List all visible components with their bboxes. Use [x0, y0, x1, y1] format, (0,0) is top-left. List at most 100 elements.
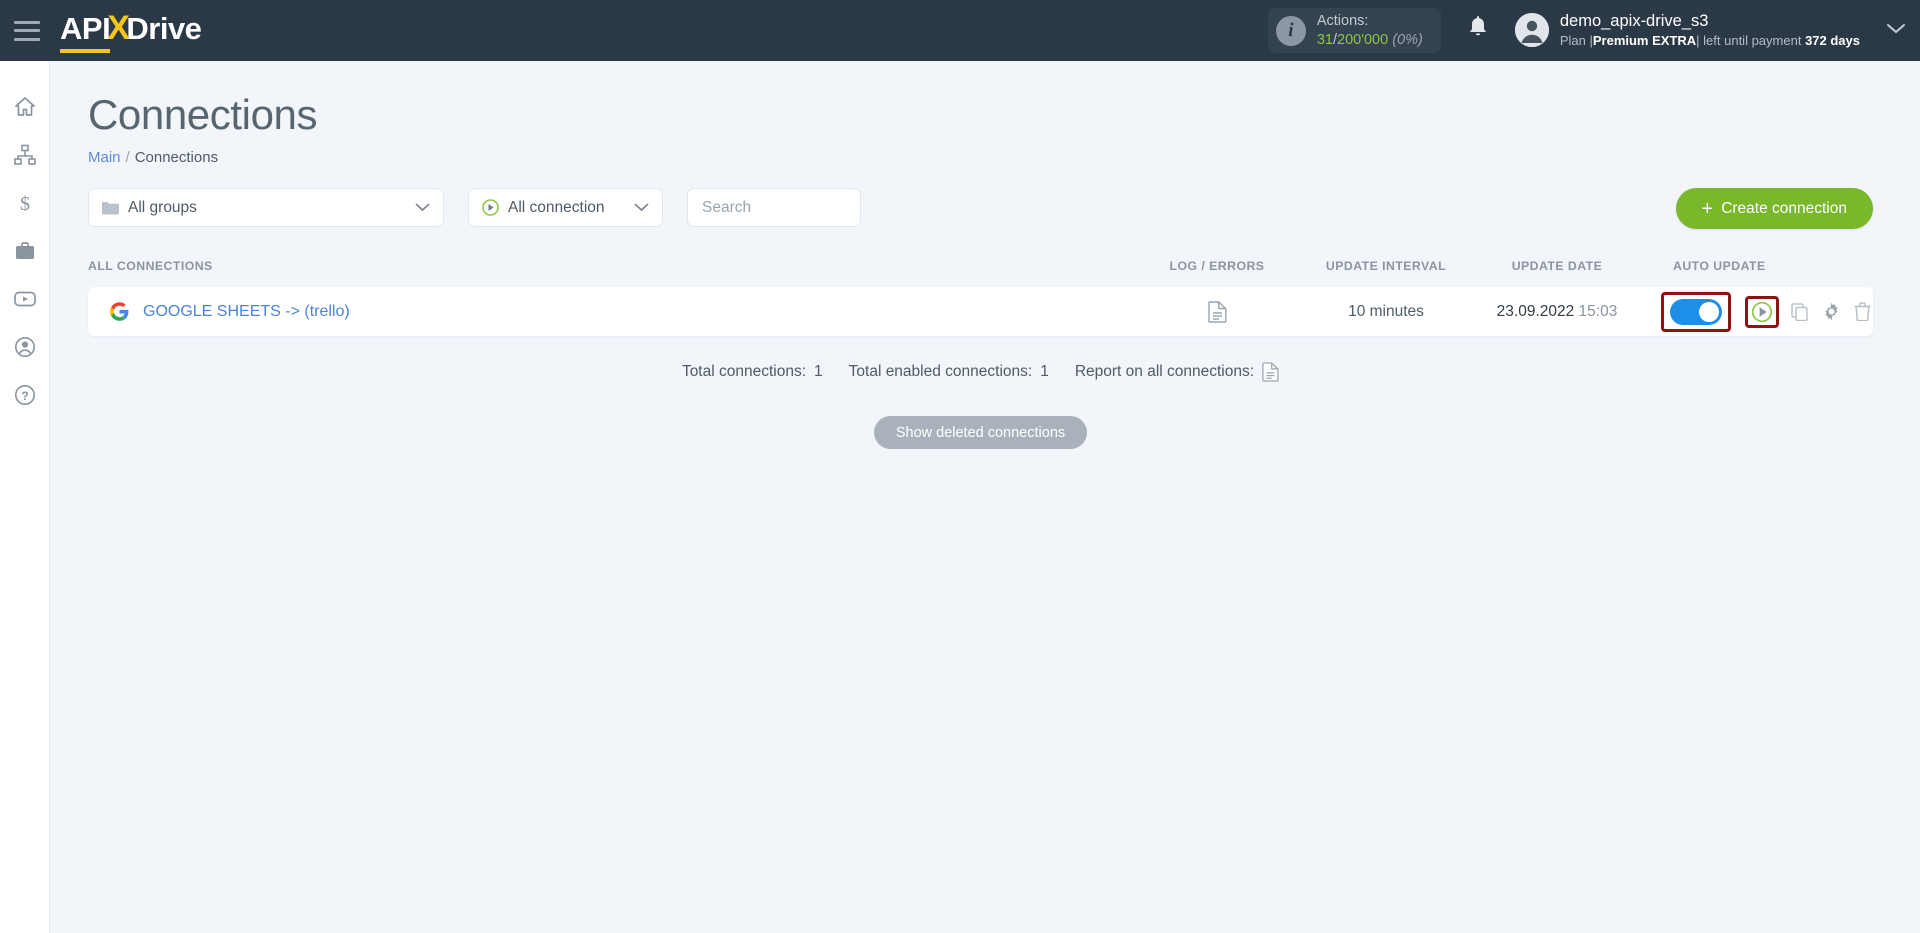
user-name: demo_apix-drive_s3	[1559, 12, 1709, 31]
row-action-icons	[1791, 302, 1871, 321]
user-plan: Plan |Premium EXTRA| left until payment …	[1560, 33, 1860, 50]
folder-icon	[102, 201, 119, 214]
user-info: demo_apix-drive_s3 Plan |Premium EXTRA| …	[1560, 11, 1860, 49]
table-row[interactable]: GOOGLE SHEETS -> (trello) 10 minutes 23.…	[88, 287, 1873, 336]
sidebar-item-connections[interactable]	[0, 131, 50, 179]
sidebar-item-home[interactable]	[0, 83, 50, 131]
logo-text-x: X	[107, 8, 130, 47]
top-bar: API X Drive i Actions: 31/200'000 (0%) d…	[0, 0, 1920, 61]
google-icon	[110, 302, 129, 321]
report-document-icon[interactable]	[1262, 362, 1279, 382]
youtube-icon	[13, 291, 36, 307]
auto-update-toggle-highlight	[1661, 291, 1731, 332]
menu-toggle-button[interactable]	[14, 20, 40, 41]
apix-drive-logo[interactable]: API X Drive	[60, 8, 202, 53]
user-icon	[14, 337, 35, 357]
log-document-icon[interactable]	[1207, 300, 1227, 323]
filters-row: All groups All connection + Create conne…	[50, 166, 1920, 229]
breadcrumb: Main / Connections	[50, 139, 1920, 166]
show-deleted-connections-button[interactable]: Show deleted connections	[873, 416, 1088, 449]
svg-text:?: ?	[21, 389, 28, 403]
update-date-value: 23.09.2022	[1496, 302, 1575, 320]
create-connection-label: Create connection	[1721, 199, 1847, 217]
gear-icon[interactable]	[1822, 302, 1841, 321]
actions-count: 31/200'000 (0%)	[1317, 31, 1423, 49]
cell-update-interval: 10 minutes	[1348, 302, 1424, 320]
home-icon	[14, 97, 35, 116]
sitemap-icon	[13, 144, 36, 165]
create-connection-button[interactable]: + Create connection	[1675, 188, 1873, 229]
breadcrumb-current: Connections	[134, 149, 219, 166]
logo-text-api: API	[60, 11, 111, 53]
help-icon: ?	[14, 385, 35, 405]
toggle-knob	[1699, 301, 1719, 322]
chevron-down-icon	[415, 199, 430, 217]
main-content: Connections Main / Connections All groups …	[50, 61, 1920, 933]
table-header-row: ALL CONNECTIONS LOG / ERRORS UPDATE INTE…	[88, 253, 1873, 279]
sidebar-item-billing[interactable]: $	[0, 179, 50, 227]
connection-filter-select[interactable]: All connection	[468, 188, 663, 227]
totals-row: Total connections: 1 Total enabled conne…	[88, 362, 1873, 382]
groups-filter-select[interactable]: All groups	[88, 188, 444, 227]
column-header-date: UPDATE DATE	[1511, 259, 1603, 273]
total-connections-value: 1	[814, 363, 823, 380]
column-header-name: ALL CONNECTIONS	[88, 259, 213, 273]
chevron-down-icon	[634, 199, 649, 217]
plan-prefix: Plan |	[1559, 32, 1593, 48]
actions-quota-box[interactable]: i Actions: 31/200'000 (0%)	[1267, 8, 1441, 53]
report-label: Report on all connections:	[1074, 363, 1255, 380]
burger-line	[14, 29, 40, 32]
plus-icon: +	[1701, 197, 1714, 220]
burger-line	[14, 20, 40, 24]
column-header-interval: UPDATE INTERVAL	[1325, 259, 1447, 273]
actions-used: 31	[1316, 31, 1333, 48]
user-menu[interactable]: demo_apix-drive_s3 Plan |Premium EXTRA| …	[1514, 11, 1906, 49]
run-now-button[interactable]	[1751, 301, 1773, 323]
actions-total: 200'000	[1337, 31, 1389, 48]
connection-filter-label: All connection	[508, 198, 605, 216]
actions-percent: (0%)	[1392, 31, 1423, 48]
sidebar-item-integrations[interactable]	[0, 227, 50, 275]
show-deleted-wrapper: Show deleted connections	[88, 416, 1873, 449]
total-enabled-value: 1	[1040, 363, 1049, 380]
column-header-log: LOG / ERRORS	[1169, 259, 1265, 273]
column-header-auto-update: AUTO UPDATE	[1673, 259, 1766, 273]
svg-text:$: $	[20, 193, 30, 214]
connections-table: ALL CONNECTIONS LOG / ERRORS UPDATE INTE…	[50, 227, 1920, 449]
report-on-all-connections: Report on all connections:	[1075, 362, 1279, 382]
run-now-highlight	[1745, 295, 1779, 328]
top-bar-right: i Actions: 31/200'000 (0%) demo_apix-dri…	[1267, 0, 1920, 61]
actions-quota-text: Actions: 31/200'000 (0%)	[1317, 12, 1423, 48]
duplicate-icon[interactable]	[1791, 302, 1809, 321]
info-icon: i	[1275, 15, 1306, 46]
connection-name-link[interactable]: GOOGLE SHEETS -> (trello)	[143, 303, 350, 321]
delete-icon[interactable]	[1854, 302, 1871, 321]
groups-filter-label: All groups	[128, 198, 197, 216]
play-circle-icon	[482, 199, 499, 216]
cell-log-errors	[1133, 300, 1301, 323]
notifications-bell-icon[interactable]	[1467, 16, 1489, 45]
avatar	[1514, 13, 1549, 48]
auto-update-toggle[interactable]	[1670, 298, 1722, 325]
total-connections: Total connections: 1	[682, 363, 823, 381]
total-connections-label: Total connections:	[681, 363, 807, 380]
sidebar-item-video[interactable]	[0, 275, 50, 323]
burger-line	[14, 37, 40, 41]
sidebar-item-account[interactable]	[0, 323, 50, 371]
total-enabled-connections: Total enabled connections: 1	[849, 363, 1049, 381]
cell-auto-update	[1643, 291, 1873, 332]
sidebar-item-help[interactable]: ?	[0, 371, 50, 419]
sidebar: $ ?	[0, 61, 50, 933]
cell-connection-name: GOOGLE SHEETS -> (trello)	[88, 302, 1133, 321]
search-input[interactable]	[702, 198, 846, 217]
plan-suffix: | left until payment	[1696, 32, 1802, 48]
search-box[interactable]	[687, 188, 861, 227]
cell-update-date: 23.09.2022 15:03	[1471, 303, 1643, 321]
dollar-icon: $	[20, 193, 30, 214]
breadcrumb-separator: /	[125, 149, 130, 166]
total-enabled-label: Total enabled connections:	[848, 363, 1033, 380]
chevron-down-icon[interactable]	[1886, 21, 1906, 39]
briefcase-icon	[15, 242, 34, 259]
breadcrumb-link-main[interactable]: Main	[88, 149, 121, 166]
plan-days: 372 days	[1805, 32, 1860, 48]
